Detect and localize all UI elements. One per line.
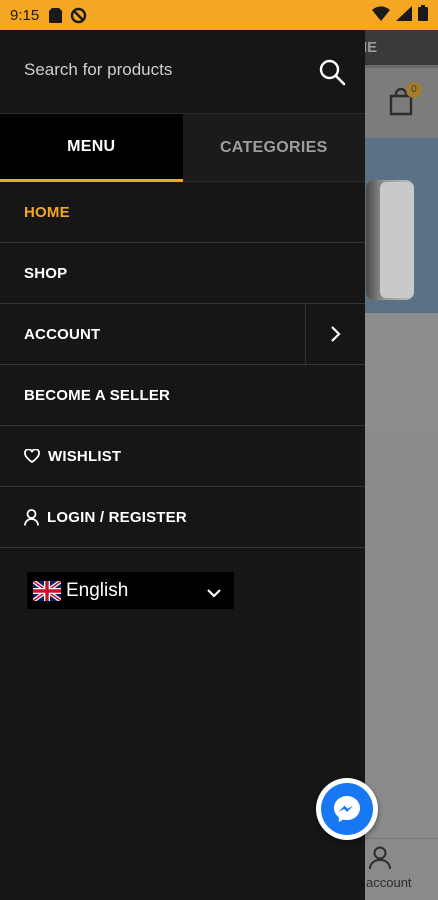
heart-icon [24, 449, 40, 463]
menu-item-label: ACCOUNT [24, 325, 101, 343]
menu-item-become-a-seller[interactable]: BECOME A SELLER [0, 365, 365, 426]
banner-phone-back-image [380, 182, 414, 298]
background-top-strip-text: IE [363, 39, 378, 56]
menu-item-label: LOGIN / REGISTER [47, 508, 187, 526]
background-card [365, 313, 438, 433]
search-input[interactable] [24, 60, 304, 80]
menu-item-label: HOME [24, 203, 70, 221]
user-icon [24, 508, 39, 526]
status-bar: 9:15 [0, 0, 438, 30]
menu-item-account[interactable]: ACCOUNT [0, 304, 365, 365]
tab-menu[interactable]: MENU [0, 114, 183, 182]
drawer-tabs: MENU CATEGORIES [0, 114, 365, 182]
messenger-icon [321, 783, 373, 835]
menu-item-login-register[interactable]: LOGIN / REGISTER [0, 487, 365, 548]
sim-card-icon [49, 7, 63, 23]
search-icon[interactable] [318, 58, 346, 86]
signal-icon [396, 5, 412, 25]
drawer-search [0, 30, 365, 114]
language-select[interactable]: English [27, 572, 234, 609]
cart-badge: 0 [406, 82, 422, 98]
account-expand-button[interactable] [305, 304, 365, 364]
background-top-strip: IE [363, 30, 438, 68]
messenger-chat-button[interactable] [316, 778, 378, 840]
battery-icon [418, 5, 428, 25]
status-time: 9:15 [10, 6, 40, 24]
menu-list: HOME SHOP ACCOUNT BECOME A SELLER WISHLI… [0, 182, 365, 548]
tab-categories[interactable]: CATEGORIES [182, 114, 365, 182]
menu-item-label: BECOME A SELLER [24, 386, 171, 404]
menu-item-label: SHOP [24, 264, 68, 282]
chevron-down-icon [206, 582, 222, 604]
navigation-drawer: MENU CATEGORIES HOME SHOP ACCOUNT BECOME… [0, 30, 365, 900]
account-icon [369, 846, 391, 875]
uk-flag-icon [31, 578, 63, 603]
wifi-icon [372, 5, 390, 25]
menu-item-home[interactable]: HOME [0, 182, 365, 243]
data-saver-icon [70, 7, 87, 24]
chevron-right-icon [330, 326, 341, 342]
menu-item-wishlist[interactable]: WISHLIST [0, 426, 365, 487]
language-label: English [66, 579, 129, 601]
bottom-nav-account-label: account [366, 875, 412, 890]
menu-item-shop[interactable]: SHOP [0, 243, 365, 304]
menu-item-label: WISHLIST [48, 447, 122, 465]
